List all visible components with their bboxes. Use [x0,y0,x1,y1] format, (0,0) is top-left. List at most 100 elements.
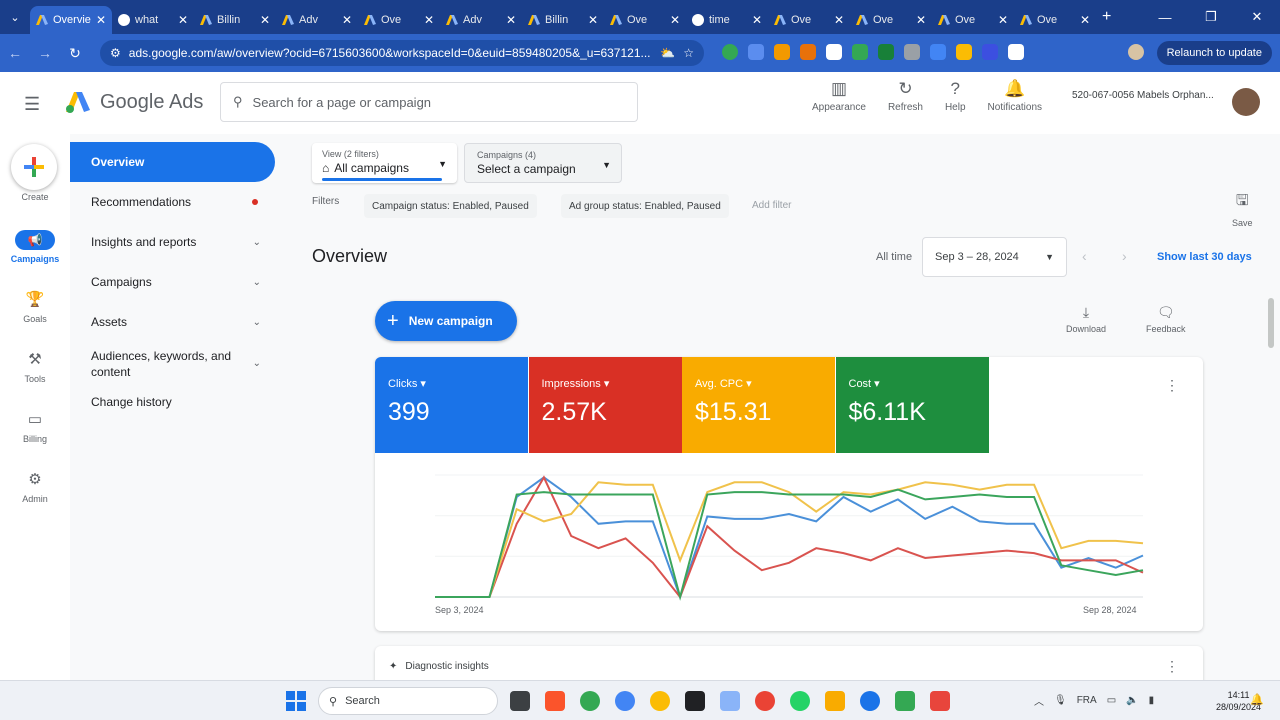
site-info-icon[interactable]: ⚙ [110,46,121,60]
tab-search-icon[interactable]: ⌄ [0,0,30,34]
sidenav-item-insights-and-reports[interactable]: Insights and reports ⌄ [70,222,275,262]
browser-tab[interactable]: Ove ✕ [358,6,440,34]
rail-item-billing[interactable]: ▭ Billing [0,410,70,444]
extension-icon[interactable] [852,44,868,60]
browser-tab[interactable]: Billin ✕ [522,6,604,34]
extension-icon[interactable] [930,44,946,60]
reload-icon[interactable]: ↻ [60,45,90,62]
sidenav-item-overview[interactable]: Overview [70,142,275,182]
app-icon[interactable] [930,691,950,711]
close-tab-icon[interactable]: ✕ [1080,13,1090,27]
metric-tile-clicks[interactable]: Clicks ▾ 399 [375,357,528,453]
rail-item-admin[interactable]: ⚙ Admin [0,470,70,504]
language-indicator[interactable]: FRA [1077,695,1097,706]
extension-icon[interactable] [826,44,842,60]
back-icon[interactable]: ← [0,45,30,61]
app-icon[interactable] [895,691,915,711]
app-icon[interactable] [720,691,740,711]
close-tab-icon[interactable]: ✕ [752,13,762,27]
whatsapp-icon[interactable] [790,691,810,711]
filter-chip-ad-group-status[interactable]: Ad group status: Enabled, Paused [561,194,729,218]
help-button[interactable]: ? Help [945,80,966,114]
close-window-icon[interactable]: ✕ [1234,0,1280,34]
windows-start-icon[interactable] [286,691,306,711]
metric-tile-impressions[interactable]: Impressions ▾ 2.57K [528,357,682,453]
avatar[interactable] [1232,88,1260,116]
next-period-icon[interactable]: › [1122,248,1127,264]
extension-icon[interactable] [956,44,972,60]
browser-tab[interactable]: Ove ✕ [604,6,686,34]
extension-icon[interactable] [982,44,998,60]
menu-icon[interactable]: ☰ [24,94,40,115]
microphone-icon[interactable]: 🎙 [1054,695,1067,706]
extension-icon[interactable] [774,44,790,60]
browser-tab[interactable]: Ove ✕ [850,6,932,34]
previous-period-icon[interactable]: ‹ [1082,248,1087,264]
extension-icon[interactable] [748,44,764,60]
show-last-30-days-link[interactable]: Show last 30 days [1157,251,1252,263]
add-filter-button[interactable]: Add filter [752,200,791,211]
browser-tab[interactable]: Overvie ✕ [30,6,112,34]
sidenav-item-campaigns[interactable]: Campaigns ⌄ [70,262,275,302]
sidenav-item-recommendations[interactable]: Recommendations [70,182,275,222]
close-tab-icon[interactable]: ✕ [342,13,352,27]
create-button[interactable] [11,144,57,190]
browser-tab[interactable]: Ove ✕ [932,6,1014,34]
close-tab-icon[interactable]: ✕ [834,13,844,27]
close-tab-icon[interactable]: ✕ [424,13,434,27]
chrome-icon[interactable] [580,691,600,711]
close-tab-icon[interactable]: ✕ [998,13,1008,27]
scrollbar-thumb[interactable] [1268,298,1274,348]
feedback-button[interactable]: 🗨 Feedback [1146,304,1186,334]
filter-chip-campaign-status[interactable]: Campaign status: Enabled, Paused [364,194,537,218]
browser-tab[interactable]: Billin ✕ [194,6,276,34]
browser-tab[interactable]: Adv ✕ [276,6,358,34]
chrome-icon[interactable] [650,691,670,711]
rail-item-campaigns[interactable]: 📢 Campaigns [0,230,70,264]
browser-tab[interactable]: time ✕ [686,6,768,34]
account-label[interactable]: 520-067-0056 Mabels Orphan... [1072,90,1214,101]
browser-tab[interactable]: what ✕ [112,6,194,34]
browser-tab[interactable]: Adv ✕ [440,6,522,34]
chrome-icon[interactable] [755,691,775,711]
google-ads-logo[interactable]: Google Ads [64,90,203,114]
relaunch-button[interactable]: Relaunch to update [1156,41,1272,65]
more-options-icon[interactable]: ⋮ [1165,658,1179,675]
close-tab-icon[interactable]: ✕ [96,13,106,27]
extension-icon[interactable] [878,44,894,60]
date-range-selector[interactable]: Sep 3 – 28, 2024 ▼ [922,237,1067,277]
metric-tile-cost[interactable]: Cost ▾ $6.11K [835,357,989,453]
new-campaign-button[interactable]: + New campaign [375,301,517,341]
sidenav-item-assets[interactable]: Assets ⌄ [70,302,275,342]
rail-item-goals[interactable]: 🏆 Goals [0,290,70,324]
browser-tab[interactable]: Ove ✕ [1014,6,1096,34]
rail-item-tools[interactable]: ⚒ Tools [0,350,70,384]
extension-icon[interactable] [722,44,738,60]
sidenav-item-change-history[interactable]: Change history [70,382,275,422]
sidenav-item-audiences-keywords-and-content[interactable]: Audiences, keywords, and content ⌄ [70,342,275,386]
app-icon[interactable] [685,691,705,711]
chrome-icon[interactable] [860,691,880,711]
new-tab-button[interactable]: + [1102,8,1111,26]
bookmark-star-icon[interactable]: ☆ [683,46,694,60]
folder-icon[interactable] [825,691,845,711]
refresh-button[interactable]: ↻ Refresh [888,80,923,114]
restore-icon[interactable]: ❐ [1188,0,1234,34]
more-options-icon[interactable]: ⋮ [1165,377,1179,394]
taskbar-search-input[interactable]: ⚲ Search [318,687,498,715]
close-tab-icon[interactable]: ✕ [178,13,188,27]
minimize-icon[interactable]: — [1142,0,1188,34]
task-view-icon[interactable] [510,691,530,711]
close-tab-icon[interactable]: ✕ [260,13,270,27]
extension-icon[interactable] [800,44,816,60]
forward-icon[interactable]: → [30,45,60,61]
download-button[interactable]: ⤓ Download [1066,304,1106,334]
close-tab-icon[interactable]: ✕ [916,13,926,27]
cast-icon[interactable]: ⛅ [660,46,675,60]
profile-avatar[interactable] [1128,44,1144,60]
chevron-up-icon[interactable]: ︿ [1034,693,1044,708]
metric-tile-avg-cpc[interactable]: Avg. CPC ▾ $15.31 [682,357,835,453]
close-tab-icon[interactable]: ✕ [506,13,516,27]
save-button[interactable]: 🖫 Save [1232,190,1253,228]
brave-icon[interactable] [545,691,565,711]
